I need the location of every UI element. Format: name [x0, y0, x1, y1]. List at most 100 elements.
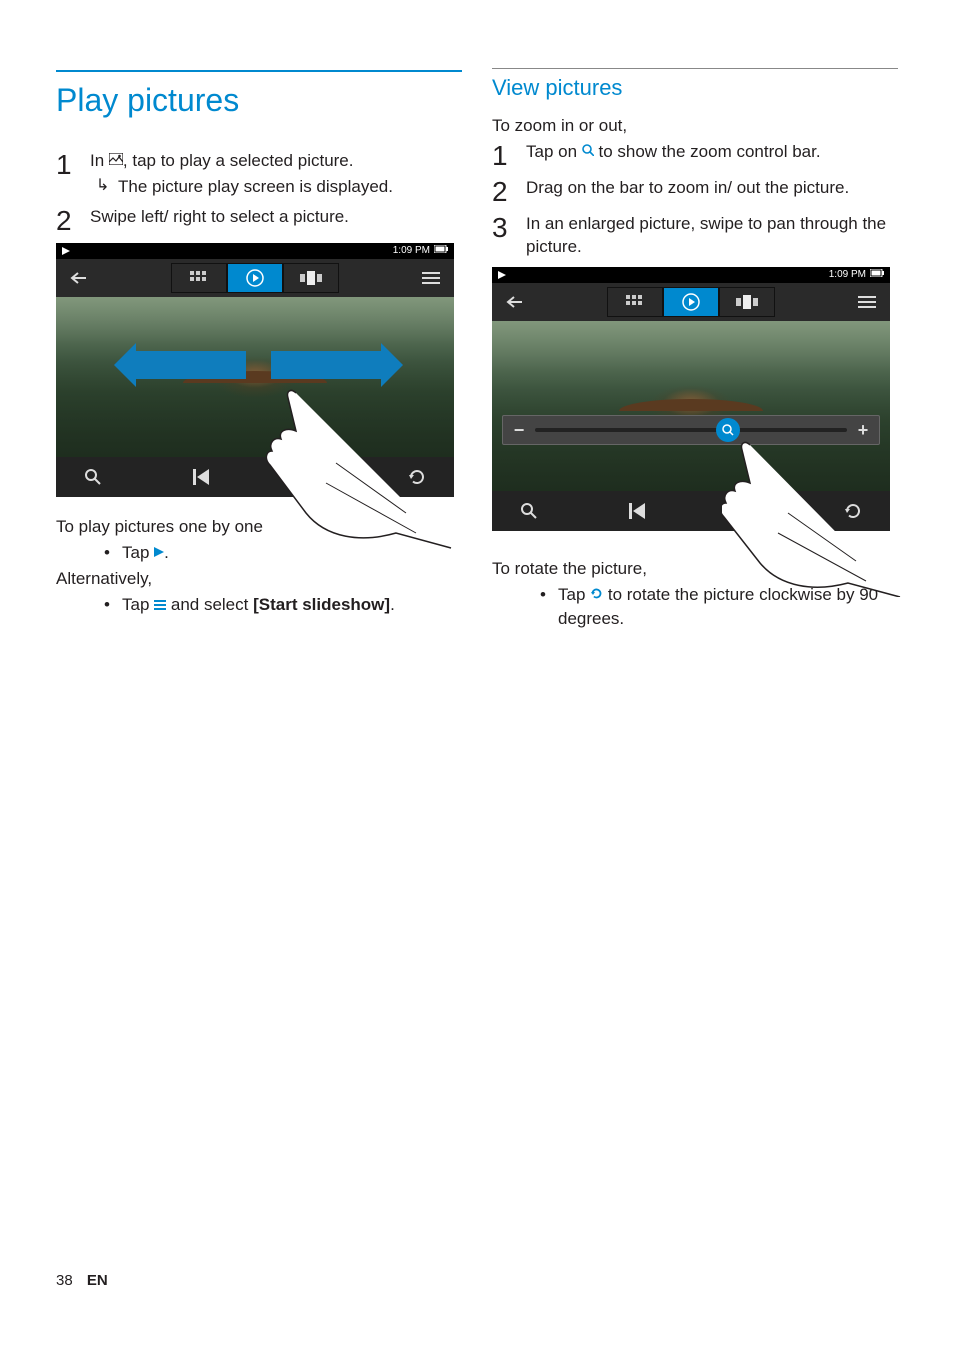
step-number: 2 — [492, 176, 526, 206]
photo-area[interactable]: − + — [492, 321, 890, 491]
zoom-in-button[interactable]: + — [847, 416, 879, 444]
menu-button[interactable] — [408, 259, 454, 297]
bullet-text-pre: Tap — [122, 595, 154, 614]
screenshot-swipe: 1:09 PM — [56, 243, 454, 497]
zoom-thumb[interactable] — [716, 418, 740, 442]
list-item: 1 Tap on to show the zoom control bar. — [492, 140, 898, 170]
status-time: 1:09 PM — [393, 244, 430, 258]
bullet-text-post: to rotate the picture clockwise by 90 de… — [558, 585, 878, 628]
left-column: Play pictures 1 In , tap to play a selec… — [56, 68, 462, 631]
section-heading: Play pictures — [56, 70, 462, 123]
bottom-toolbar — [56, 457, 454, 497]
numbered-steps-zoom: 1 Tap on to show the zoom control bar. 2… — [492, 140, 898, 260]
bullet-list: • Tap . — [56, 541, 462, 565]
list-item: 3 In an enlarged picture, swipe to pan t… — [492, 212, 898, 260]
carousel-view-button[interactable] — [719, 287, 775, 317]
bullet-text-pre: Tap — [558, 585, 590, 604]
bullet-text-pre: Tap — [122, 543, 154, 562]
screenshot-zoom: 1:09 PM − — [492, 267, 890, 531]
bullet-text-post: . — [164, 543, 169, 562]
pictures-icon — [109, 148, 123, 172]
rotate-button[interactable] — [402, 462, 432, 492]
back-button[interactable] — [492, 283, 538, 321]
step-text-suffix: , tap to play a selected picture. — [123, 151, 354, 170]
swipe-right-arrow-icon — [271, 351, 381, 379]
step-number: 1 — [492, 140, 526, 170]
screenshot-frame: 1:09 PM − — [492, 267, 890, 531]
play-icon — [62, 247, 70, 255]
subheading-play-one: To play pictures one by one — [56, 515, 462, 539]
photo-area[interactable] — [56, 297, 454, 457]
prev-button[interactable] — [186, 462, 216, 492]
step-body: Tap on to show the zoom control bar. — [526, 140, 898, 164]
page-number: 38 — [56, 1272, 73, 1289]
grid-view-button[interactable] — [171, 263, 227, 293]
step-number: 2 — [56, 205, 90, 235]
list-item: • Tap and select [Start slideshow]. — [56, 593, 462, 617]
bullet-list: • Tap to rotate the picture clockwise by… — [492, 583, 898, 631]
subheading-rotate: To rotate the picture, — [492, 557, 898, 581]
play-icon — [498, 271, 506, 279]
status-time: 1:09 PM — [829, 268, 866, 282]
pause-button[interactable] — [730, 496, 760, 526]
rotate-button[interactable] — [838, 496, 868, 526]
step-number: 1 — [56, 149, 90, 179]
play-triangle-icon — [154, 540, 164, 564]
alternatively-text: Alternatively, — [56, 567, 462, 591]
numbered-steps-left: 1 In , tap to play a selected picture. ↳… — [56, 149, 462, 235]
language-code: EN — [87, 1272, 108, 1289]
bottom-toolbar — [492, 491, 890, 531]
bullet-text-mid: and select — [166, 595, 253, 614]
step-text-pre: Tap on — [526, 142, 582, 161]
grid-view-button[interactable] — [607, 287, 663, 317]
sub-result-text: The picture play screen is displayed. — [118, 175, 462, 199]
rotate-icon — [590, 583, 603, 607]
list-item: 1 In , tap to play a selected picture. ↳… — [56, 149, 462, 199]
swipe-left-arrow-icon — [136, 351, 246, 379]
zoom-control-bar[interactable]: − + — [502, 415, 880, 445]
bullet-text-post: . — [390, 595, 395, 614]
top-toolbar — [492, 283, 890, 321]
menu-button[interactable] — [844, 283, 890, 321]
right-column: View pictures To zoom in or out, 1 Tap o… — [492, 68, 898, 631]
zoom-button[interactable] — [78, 462, 108, 492]
back-button[interactable] — [56, 259, 102, 297]
play-view-button[interactable] — [227, 263, 283, 293]
zoom-track[interactable] — [535, 428, 847, 432]
battery-icon — [870, 268, 884, 282]
magnifier-icon — [582, 139, 594, 163]
top-toolbar — [56, 259, 454, 297]
page-footer: 38 EN — [56, 1270, 108, 1291]
step-body: Swipe left/ right to select a picture. — [90, 205, 462, 229]
prev-button[interactable] — [622, 496, 652, 526]
battery-icon — [434, 244, 448, 258]
play-view-button[interactable] — [663, 287, 719, 317]
option-slideshow: [Start slideshow] — [253, 595, 390, 614]
list-item: 2 Drag on the bar to zoom in/ out the pi… — [492, 176, 898, 206]
step-number: 3 — [492, 212, 526, 242]
subheading-zoom: To zoom in or out, — [492, 114, 898, 138]
carousel-view-button[interactable] — [283, 263, 339, 293]
list-item: • Tap . — [56, 541, 462, 565]
view-mode-segments — [102, 263, 408, 293]
next-button[interactable] — [294, 462, 324, 492]
status-bar: 1:09 PM — [56, 243, 454, 259]
result-arrow-icon: ↳ — [90, 175, 118, 197]
page-content: Play pictures 1 In , tap to play a selec… — [0, 0, 954, 671]
sub-section-heading: View pictures — [492, 68, 898, 104]
view-mode-segments — [538, 287, 844, 317]
zoom-button[interactable] — [514, 496, 544, 526]
screenshot-frame: 1:09 PM — [56, 243, 454, 497]
bullet-dot: • — [528, 583, 558, 607]
step-body: In , tap to play a selected picture. ↳ T… — [90, 149, 462, 199]
menu-icon — [154, 593, 166, 617]
bullet-dot: • — [92, 541, 122, 565]
step-text-prefix: In — [90, 151, 109, 170]
zoom-out-button[interactable]: − — [503, 416, 535, 444]
step-text-post: to show the zoom control bar. — [594, 142, 821, 161]
list-item: 2 Swipe left/ right to select a picture. — [56, 205, 462, 235]
list-item: • Tap to rotate the picture clockwise by… — [492, 583, 898, 631]
sub-result-line: ↳ The picture play screen is displayed. — [90, 175, 462, 199]
status-bar: 1:09 PM — [492, 267, 890, 283]
step-body: Drag on the bar to zoom in/ out the pict… — [526, 176, 898, 200]
